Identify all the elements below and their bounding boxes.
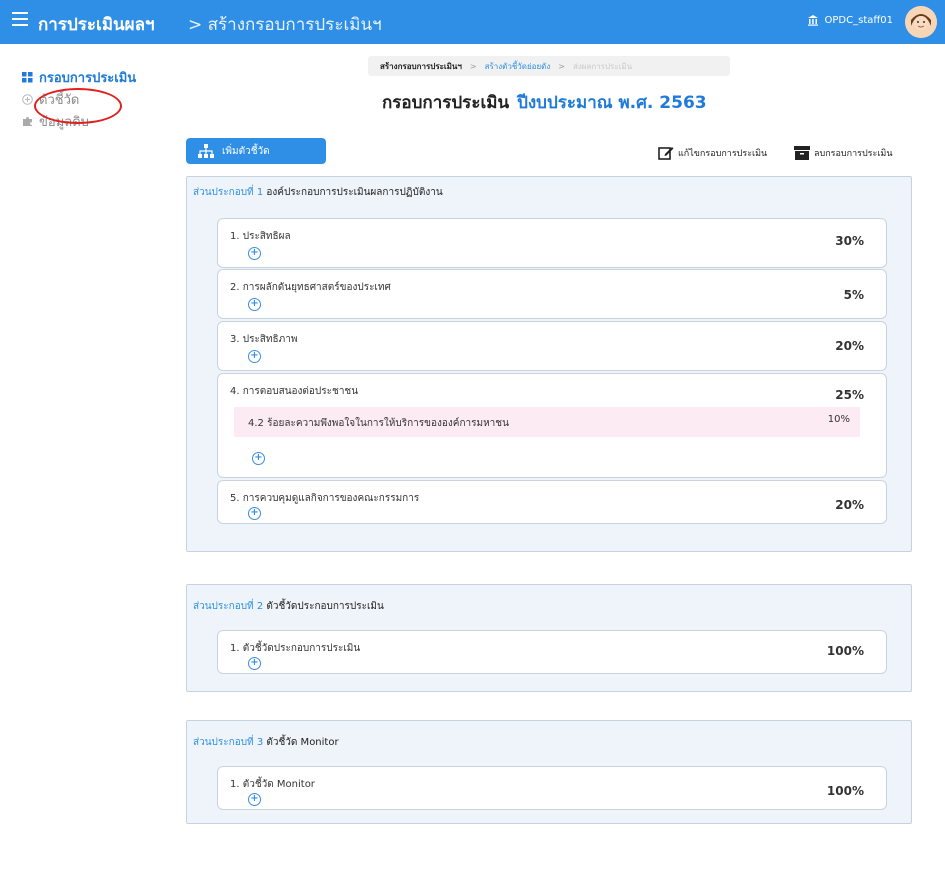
sub-indicator-label: 4.2 ร้อยละความพึงพอใจในการให้บริการขององ… bbox=[248, 418, 509, 429]
item-percent: 25% bbox=[835, 388, 864, 402]
add-circle-icon[interactable]: + bbox=[248, 350, 261, 363]
add-circle-icon[interactable]: + bbox=[248, 298, 261, 311]
avatar[interactable] bbox=[905, 6, 937, 38]
list-item[interactable]: 4. การตอบสนองต่อประชาชน 25% 4.2 ร้อยละคว… bbox=[217, 373, 887, 478]
list-item[interactable]: 1. ตัวชี้วัด Monitor + 100% bbox=[217, 766, 887, 810]
item-label: 2. การผลักดันยุทธศาสตร์ของประเทศ bbox=[230, 282, 391, 293]
user-menu[interactable]: OPDC_staff01 bbox=[807, 14, 893, 26]
fiscal-year: ปีงบประมาณ พ.ศ. 2563 bbox=[517, 93, 707, 113]
wizard-steps: สร้างกรอบการประเมินฯ > สร้างตัวชี้วัดย่อ… bbox=[368, 56, 730, 76]
add-circle-icon[interactable]: + bbox=[252, 452, 265, 465]
item-label: 1. ตัวชี้วัด Monitor bbox=[230, 779, 315, 790]
section-heading: ส่วนประกอบที่ 3 ตัวชี้วัด Monitor bbox=[193, 735, 339, 750]
list-item[interactable]: 5. การควบคุมดูแลกิจการของคณะกรรมการ + 20… bbox=[217, 480, 887, 524]
list-item[interactable]: 1. ตัวชี้วัดประกอบการประเมิน + 100% bbox=[217, 630, 887, 674]
page-title-text: กรอบการประเมิน bbox=[382, 93, 510, 113]
sub-indicator-percent: 10% bbox=[827, 414, 850, 425]
sidebar-item-label: กรอบการประเมิน bbox=[39, 70, 137, 86]
add-circle-icon[interactable]: + bbox=[248, 247, 261, 260]
hamburger-menu-icon[interactable] bbox=[12, 12, 28, 26]
app-title[interactable]: การประเมินผลฯ bbox=[38, 11, 155, 38]
add-indicator-label: เพิ่มตัวชี้วัด bbox=[222, 145, 270, 157]
section-component-2: ส่วนประกอบที่ 2 ตัวชี้วัดประกอบการประเมิ… bbox=[186, 584, 912, 692]
delete-framework-label: ลบกรอบการประเมิน bbox=[814, 149, 893, 159]
puzzle-icon bbox=[23, 116, 32, 126]
section-component-1: ส่วนประกอบที่ 1 องค์ประกอบการประเมินผลกา… bbox=[186, 176, 912, 552]
edit-framework-label: แก้ไขกรอบการประเมิน bbox=[678, 149, 768, 159]
list-item[interactable]: 1. ประสิทธิผล + 30% bbox=[217, 218, 887, 268]
add-indicator-button[interactable]: เพิ่มตัวชี้วัด bbox=[186, 138, 326, 164]
item-label: 4. การตอบสนองต่อประชาชน bbox=[230, 386, 359, 397]
item-label: 1. ตัวชี้วัดประกอบการประเมิน bbox=[230, 643, 361, 654]
highlight-circle-annotation bbox=[34, 88, 122, 124]
list-item[interactable]: 3. ประสิทธิภาพ + 20% bbox=[217, 321, 887, 371]
sitemap-icon bbox=[198, 144, 214, 158]
item-label: 5. การควบคุมดูแลกิจการของคณะกรรมการ bbox=[230, 493, 420, 504]
item-label: 1. ประสิทธิผล bbox=[230, 231, 291, 242]
archive-icon bbox=[794, 146, 810, 160]
edit-icon bbox=[658, 147, 674, 160]
bank-icon bbox=[807, 15, 818, 26]
plus-circle-icon bbox=[22, 93, 33, 105]
item-percent: 5% bbox=[843, 288, 864, 302]
item-percent: 30% bbox=[835, 234, 864, 248]
section-heading: ส่วนประกอบที่ 1 องค์ประกอบการประเมินผลกา… bbox=[193, 185, 443, 200]
section-title: องค์ประกอบการประเมินผลการปฏิบัติงาน bbox=[266, 187, 443, 198]
add-circle-icon[interactable]: + bbox=[248, 793, 261, 806]
item-percent: 100% bbox=[826, 644, 864, 658]
username-label: OPDC_staff01 bbox=[824, 14, 893, 26]
step-3: ส่งผลการประเมิน bbox=[572, 61, 633, 71]
section-number: ส่วนประกอบที่ 2 bbox=[193, 601, 264, 612]
section-title: ตัวชี้วัด Monitor bbox=[266, 737, 339, 748]
top-app-bar: การประเมินผลฯ > สร้างกรอบการประเมินฯ OPD… bbox=[0, 0, 945, 44]
delete-framework-button[interactable]: ลบกรอบการประเมิน bbox=[794, 146, 893, 160]
sub-indicator-row[interactable]: 4.2 ร้อยละความพึงพอใจในการให้บริการขององ… bbox=[234, 407, 860, 437]
page-title: กรอบการประเมิน ปีงบประมาณ พ.ศ. 2563 bbox=[382, 89, 707, 116]
list-item[interactable]: 2. การผลักดันยุทธศาสตร์ของประเทศ + 5% bbox=[217, 269, 887, 319]
section-heading: ส่วนประกอบที่ 2 ตัวชี้วัดประกอบการประเมิ… bbox=[193, 599, 384, 614]
add-circle-icon[interactable]: + bbox=[248, 507, 261, 520]
step-separator: > bbox=[558, 61, 565, 71]
item-percent: 100% bbox=[826, 784, 864, 798]
section-component-3: ส่วนประกอบที่ 3 ตัวชี้วัด Monitor 1. ตัว… bbox=[186, 720, 912, 824]
item-percent: 20% bbox=[835, 498, 864, 512]
step-1[interactable]: สร้างกรอบการประเมินฯ bbox=[380, 60, 462, 73]
section-number: ส่วนประกอบที่ 3 bbox=[193, 737, 264, 748]
grid-icon bbox=[22, 71, 33, 82]
item-percent: 20% bbox=[835, 339, 864, 353]
header-breadcrumb: > สร้างกรอบการประเมินฯ bbox=[188, 15, 382, 35]
step-2[interactable]: สร้างตัวชี้วัดย่อยดัง bbox=[485, 60, 551, 73]
sidebar-item-framework[interactable]: กรอบการประเมิน bbox=[22, 66, 172, 88]
section-title: ตัวชี้วัดประกอบการประเมิน bbox=[266, 601, 384, 612]
section-number: ส่วนประกอบที่ 1 bbox=[193, 187, 264, 198]
add-circle-icon[interactable]: + bbox=[248, 657, 261, 670]
step-separator: > bbox=[469, 61, 477, 71]
item-label: 3. ประสิทธิภาพ bbox=[230, 334, 298, 345]
edit-framework-button[interactable]: แก้ไขกรอบการประเมิน bbox=[658, 146, 767, 160]
